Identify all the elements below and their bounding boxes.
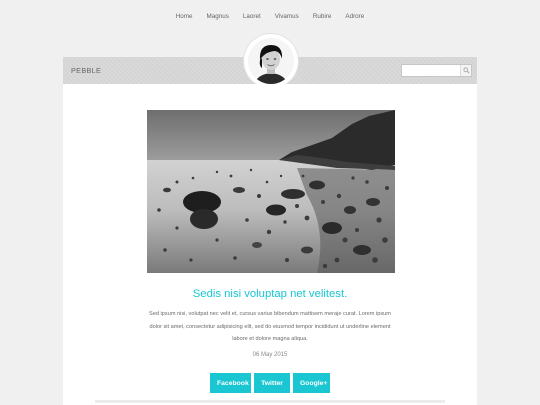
top-navigation: Home Magnus Laoret Vivamus Rubire Adrore	[0, 13, 540, 20]
twitter-share-button[interactable]: Twitter	[254, 373, 290, 393]
search-input[interactable]	[402, 65, 466, 76]
author-portrait	[248, 38, 294, 84]
avatar[interactable]	[244, 34, 298, 88]
search-button[interactable]	[460, 65, 471, 76]
google-plus-share-button[interactable]: Google+	[293, 373, 330, 393]
share-buttons: Facebook Twitter Google+	[63, 373, 477, 393]
post-date: 06 May 2015	[252, 352, 288, 358]
site-title[interactable]: PEBBLE	[71, 66, 101, 75]
nav-item-magnus[interactable]: Magnus	[200, 13, 236, 20]
post-image[interactable]	[147, 110, 395, 273]
nav-item-laoret[interactable]: Laoret	[236, 13, 268, 20]
divider	[95, 400, 445, 403]
facebook-share-button[interactable]: Facebook	[210, 373, 251, 393]
nav-item-home[interactable]: Home	[169, 13, 200, 20]
page: Home Magnus Laoret Vivamus Rubire Adrore…	[0, 0, 540, 405]
post-excerpt: Sed ipsum nisi, volutpat nec velit et, c…	[149, 311, 391, 342]
main-content: Sedis nisi voluptap net velitest. Sed ip…	[63, 84, 477, 405]
magnifier-icon	[462, 67, 470, 74]
nav-item-rubire[interactable]: Rubire	[306, 13, 339, 20]
post-title[interactable]: Sedis nisi voluptap net velitest.	[63, 288, 477, 300]
nav-item-adrore[interactable]: Adrore	[338, 13, 371, 20]
search-box	[401, 64, 472, 77]
nav-item-vivamus[interactable]: Vivamus	[268, 13, 306, 20]
